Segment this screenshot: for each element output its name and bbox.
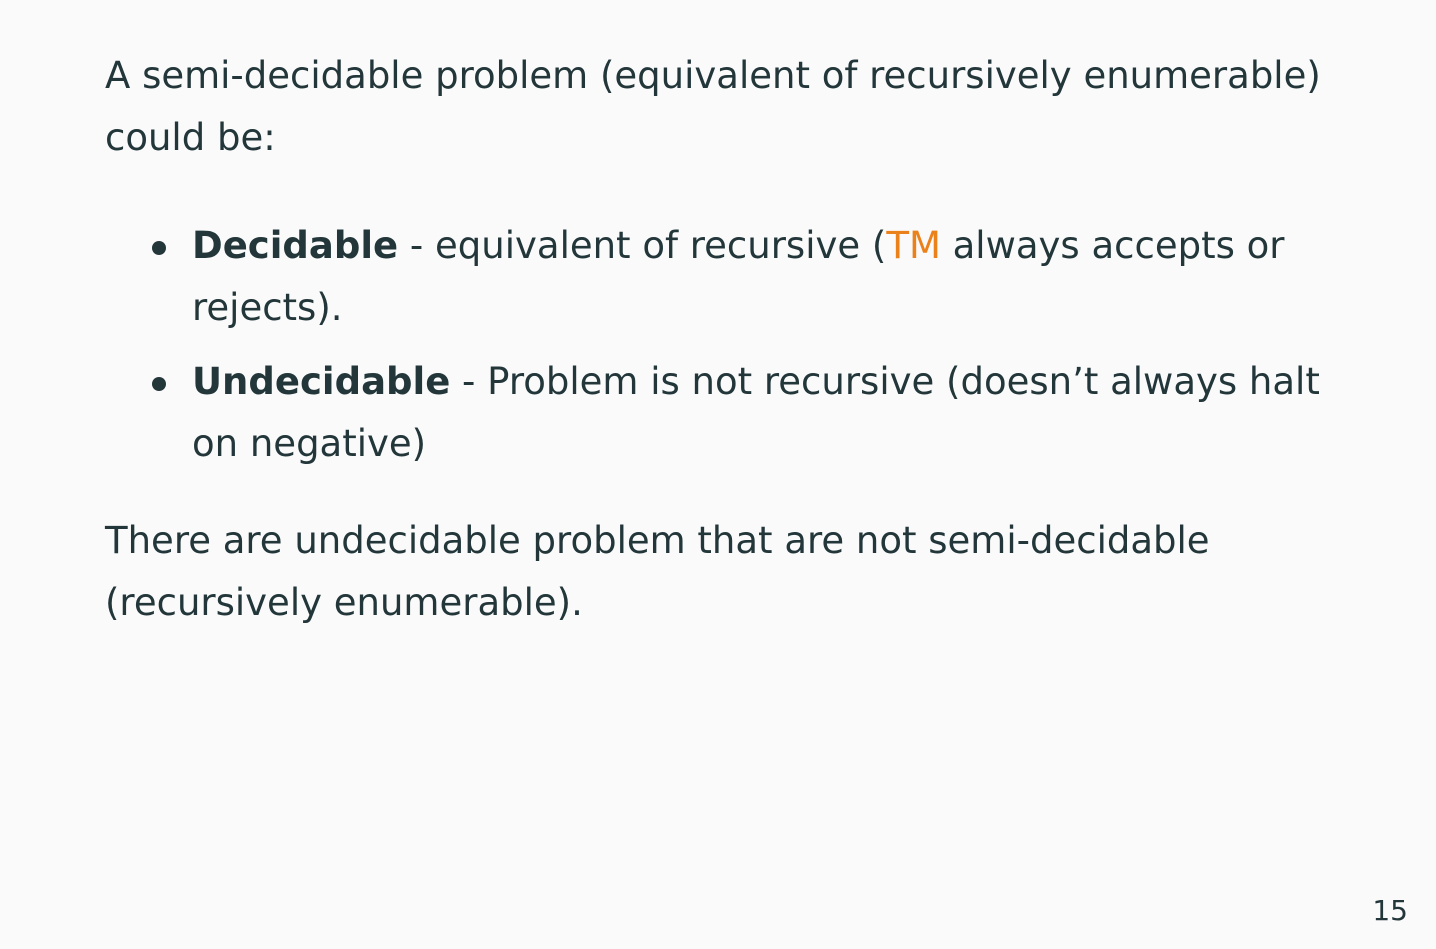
term-undecidable: Undecidable (192, 360, 451, 403)
outro-paragraph: There are undecidable problem that are n… (105, 519, 1210, 624)
term-decidable: Decidable (192, 224, 399, 267)
bullet-icon (152, 241, 166, 255)
tm-highlight: TM (886, 224, 941, 267)
bullet-list: Decidable - equivalent of recursive (TM … (105, 215, 1325, 487)
page-number: 15 (1372, 894, 1408, 927)
intro-paragraph: A semi-decidable problem (equivalent of … (105, 54, 1321, 159)
bullet-text-before: - equivalent of recursive ( (398, 224, 887, 267)
slide: A semi-decidable problem (equivalent of … (0, 0, 1436, 949)
bullet-icon (152, 377, 166, 391)
bullet-item-decidable: Decidable - equivalent of recursive (TM … (105, 215, 1325, 339)
bullet-item-undecidable: Undecidable - Problem is not recursive (… (105, 351, 1325, 475)
